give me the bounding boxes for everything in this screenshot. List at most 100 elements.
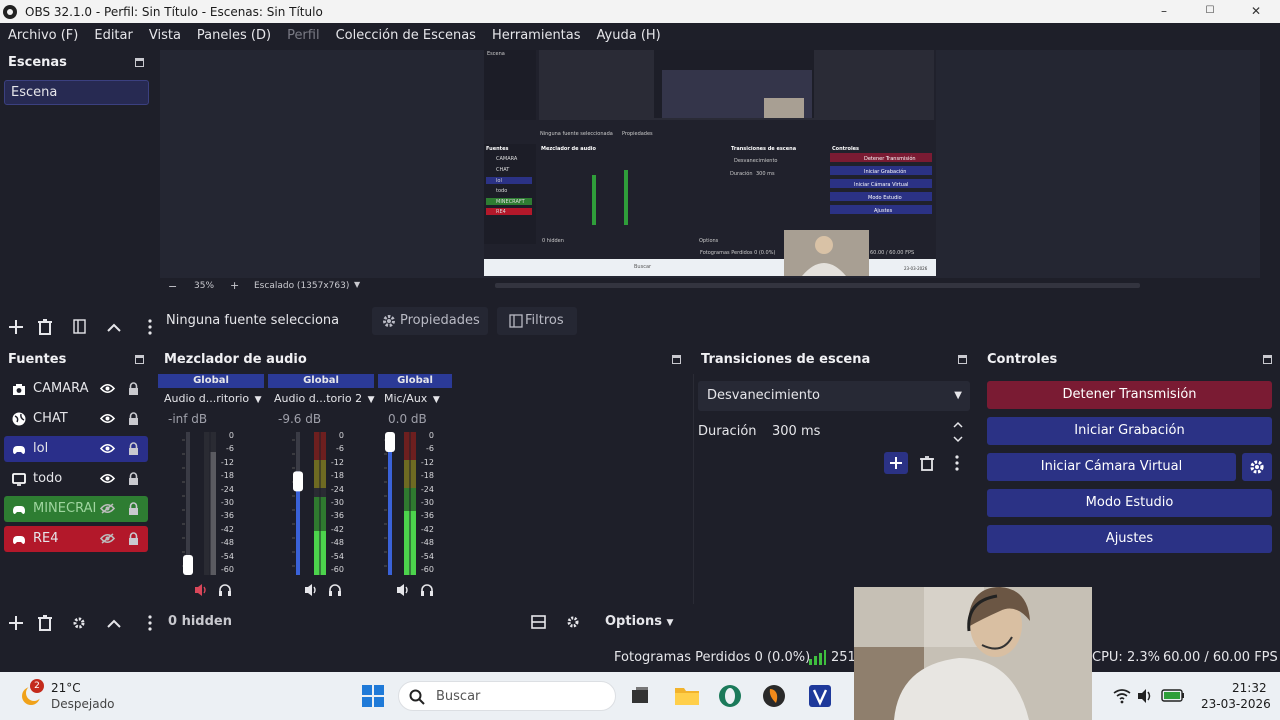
duration-spinbox[interactable]: 300 ms (764, 417, 970, 447)
studio-mode-button[interactable]: Modo Estudio (987, 489, 1272, 517)
signal-bars-icon (809, 650, 826, 665)
lock-icon[interactable] (128, 412, 139, 426)
hidden-count[interactable]: 0 hidden (168, 614, 232, 629)
windows-start-icon[interactable] (362, 685, 384, 707)
duration-value: 300 ms (772, 424, 821, 439)
nested-src-4: MINECRAFT (496, 199, 525, 205)
advanced-audio-icon[interactable] (566, 615, 581, 629)
nested-mixer-title: Mezclador de audio (541, 146, 596, 152)
opera-icon[interactable] (718, 684, 742, 708)
vegas-icon[interactable] (808, 684, 832, 708)
chevron-down-icon: ▼ (666, 618, 674, 628)
eye-icon[interactable] (100, 443, 115, 454)
undock-icon[interactable] (1263, 355, 1272, 364)
spin-arrows-icon[interactable] (952, 419, 964, 445)
file-explorer-icon[interactable] (674, 684, 700, 706)
menu-edit[interactable]: Editar (86, 28, 141, 43)
start-recording-button[interactable]: Iniciar Grabación (987, 417, 1272, 445)
lock-icon[interactable] (128, 442, 139, 456)
filters-button[interactable]: Filtros (497, 307, 577, 335)
preview-scrollbar[interactable] (495, 283, 1140, 288)
filters-label: Filtros (525, 313, 564, 328)
cpu-usage: CPU: 2.3% (1092, 650, 1160, 665)
undock-icon[interactable] (135, 58, 144, 67)
nested-transitions-title: Transiciones de escena (731, 146, 797, 152)
undock-icon[interactable] (958, 355, 967, 364)
eye-icon[interactable] (100, 383, 115, 394)
lock-icon[interactable] (128, 472, 139, 486)
nested-controls-title: Controles (832, 146, 860, 152)
virtual-camera-settings-button[interactable] (1242, 453, 1272, 481)
taskbar-search[interactable]: Buscar (398, 681, 616, 711)
scene-item[interactable]: Escena (4, 80, 149, 105)
nested-options: Options (699, 238, 719, 244)
webcam-person-image (854, 587, 1092, 720)
zoom-out-icon[interactable]: − (168, 280, 177, 293)
layout-icon[interactable] (531, 615, 546, 629)
task-view-icon[interactable] (630, 686, 650, 706)
fl-studio-icon[interactable] (762, 684, 786, 708)
source-name: RE4 (33, 531, 59, 546)
bitrate: 251 (831, 650, 856, 665)
menu-scene-collection[interactable]: Colección de Escenas (328, 28, 484, 43)
scale-dropdown-icon[interactable]: ▼ (354, 280, 360, 289)
menu-help[interactable]: Ayuda (H) (589, 28, 669, 43)
wifi-icon[interactable] (1113, 688, 1131, 704)
nested-src-5: RE4 (496, 209, 506, 215)
minimize-button[interactable]: – (1141, 0, 1187, 23)
nested-no-source: Ninguna fuente seleccionada (540, 131, 613, 137)
lock-icon[interactable] (128, 502, 139, 516)
sources-title: Fuentes (8, 352, 67, 367)
nested-fade: Desvanecimiento (734, 158, 778, 164)
maximize-button[interactable]: ☐ (1187, 0, 1233, 23)
source-name: MINECRAI (33, 501, 97, 516)
properties-button[interactable]: Propiedades (372, 307, 488, 335)
lock-icon[interactable] (128, 532, 139, 546)
stop-streaming-button[interactable]: Detener Transmisión (987, 381, 1272, 409)
source-item[interactable]: MINECRAI (4, 496, 148, 522)
start-virtual-camera-button[interactable]: Iniciar Cámara Virtual (987, 453, 1236, 481)
undock-icon[interactable] (135, 355, 144, 364)
eye-icon[interactable] (100, 473, 115, 484)
settings-button[interactable]: Ajustes (987, 525, 1272, 553)
eye-icon[interactable] (100, 413, 115, 424)
sources-toolbar (8, 613, 158, 633)
scenes-toolbar-icons[interactable] (8, 317, 158, 337)
zoom-in-icon[interactable]: + (230, 279, 239, 292)
transition-select[interactable]: Desvanecimiento ▼ (698, 381, 970, 411)
scenes-title: Escenas (8, 55, 67, 70)
source-item[interactable]: CAMARA (4, 376, 148, 402)
mixer-area-frame (158, 374, 694, 604)
volume-icon[interactable] (1137, 688, 1153, 704)
obs-logo-icon (3, 4, 17, 19)
gamepad-icon (13, 446, 25, 454)
eye-hidden-icon[interactable] (100, 533, 115, 544)
clock-date: 23-03-2026 (1201, 697, 1271, 711)
source-item[interactable]: RE4 (4, 526, 148, 552)
nested-src-3: todo (496, 188, 508, 194)
menu-file[interactable]: Archivo (F) (0, 28, 86, 43)
lock-icon[interactable] (128, 382, 139, 396)
transitions-title: Transiciones de escena (701, 352, 871, 367)
menu-bar: Archivo (F) Editar Vista Paneles (D) Per… (0, 23, 1280, 48)
source-item[interactable]: CHAT (4, 406, 148, 432)
eye-hidden-icon[interactable] (100, 503, 115, 514)
globe-icon (12, 412, 26, 426)
transition-selected: Desvanecimiento (707, 388, 821, 403)
source-item[interactable]: lol (4, 436, 148, 462)
nested-stop: Detener Transmisión (864, 156, 916, 162)
battery-icon[interactable] (1161, 689, 1185, 702)
undock-icon[interactable] (672, 355, 681, 364)
source-item[interactable]: todo (4, 466, 148, 492)
nested-scene: Escena (487, 51, 505, 57)
properties-label: Propiedades (400, 313, 480, 328)
sources-toolbar-icons[interactable] (8, 613, 158, 633)
options-button[interactable]: Options ▼ (605, 614, 673, 629)
menu-docks[interactable]: Paneles (D) (189, 28, 279, 43)
menu-tools[interactable]: Herramientas (484, 28, 589, 43)
menu-profile[interactable]: Perfil (279, 28, 328, 43)
weather-temp: 21°C (51, 681, 81, 695)
close-button[interactable]: ✕ (1233, 0, 1279, 23)
preview-nested-capture: Ninguna fuente seleccionada Propiedades … (484, 50, 936, 276)
menu-view[interactable]: Vista (141, 28, 189, 43)
